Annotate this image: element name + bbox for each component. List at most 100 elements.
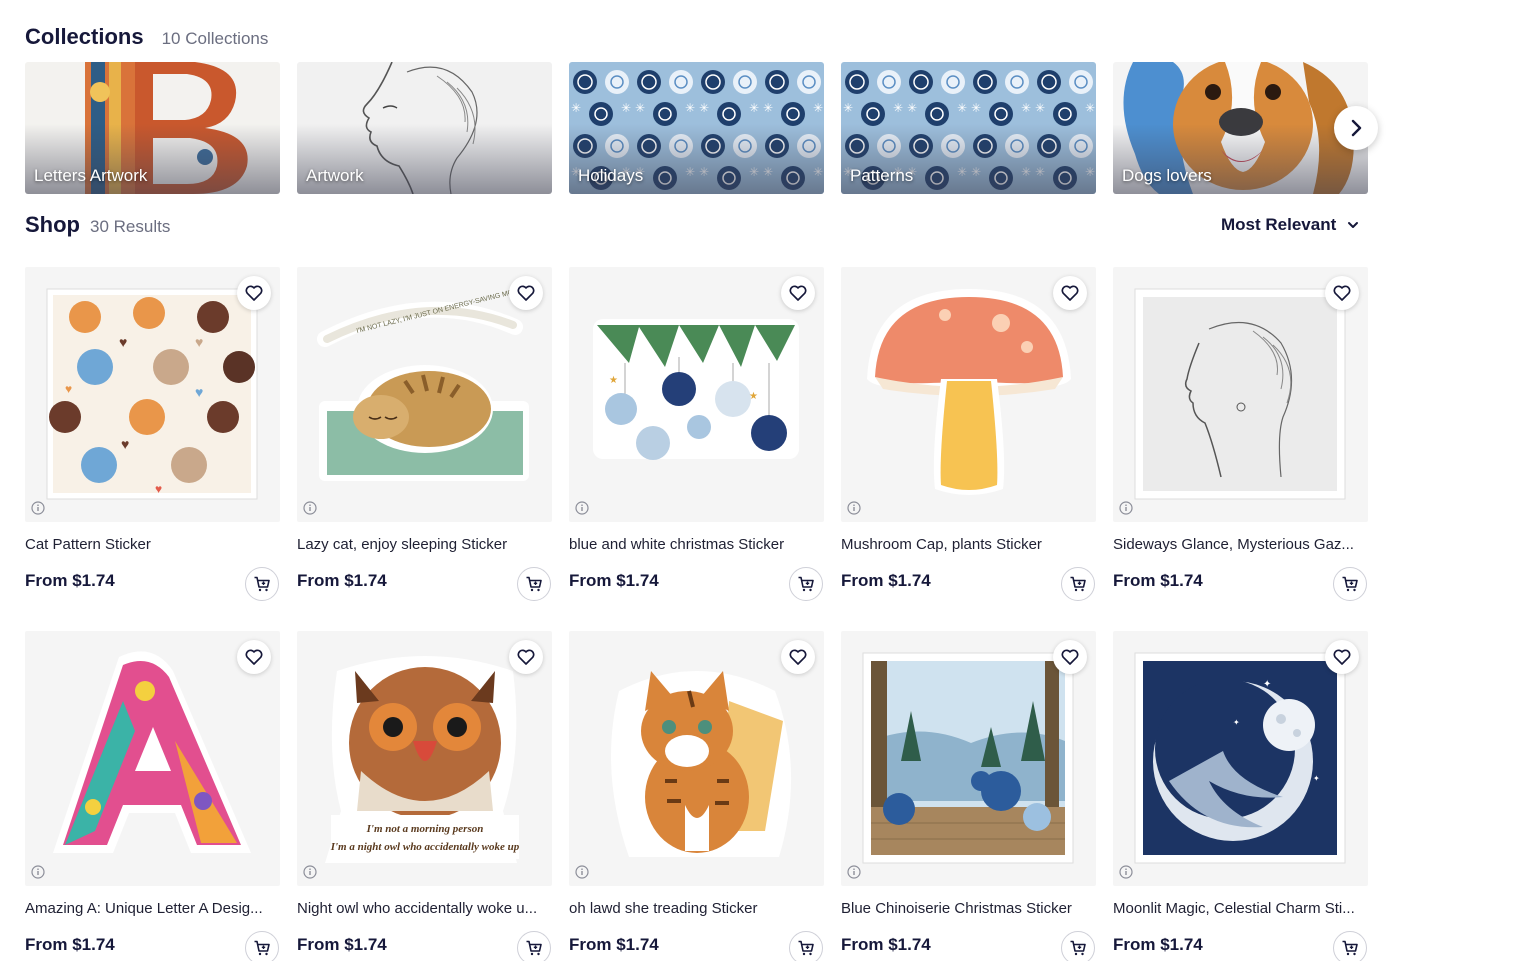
- sort-label: Most Relevant: [1221, 215, 1337, 234]
- collection-label: Artwork: [306, 166, 364, 185]
- collection-card-artwork[interactable]: Artwork: [297, 62, 552, 194]
- add-to-cart-button[interactable]: [245, 931, 279, 961]
- info-icon[interactable]: [847, 865, 861, 879]
- svg-text:♥: ♥: [195, 334, 203, 350]
- heart-icon: [789, 285, 807, 301]
- favorite-button[interactable]: [1053, 640, 1087, 674]
- heart-icon: [517, 285, 535, 301]
- info-icon[interactable]: [31, 501, 45, 515]
- add-to-cart-button[interactable]: [245, 567, 279, 601]
- sort-dropdown[interactable]: Most Relevant: [1221, 215, 1360, 235]
- favorite-button[interactable]: [237, 640, 271, 674]
- svg-text:✦: ✦: [1263, 679, 1271, 690]
- product-name[interactable]: Sideways Glance, Mysterious Gaz...: [1113, 536, 1458, 553]
- product-price: From $1.74: [569, 935, 659, 954]
- heart-icon: [789, 649, 807, 665]
- product-price: From $1.74: [297, 571, 387, 590]
- svg-text:♥: ♥: [119, 334, 127, 350]
- shop-header: Shop 30 Results: [25, 212, 170, 238]
- collection-label: Letters Artwork: [34, 166, 148, 185]
- collections-count: 10 Collections: [161, 29, 269, 48]
- add-to-cart-button[interactable]: [1333, 567, 1367, 601]
- product-image[interactable]: ♥ ♥ ♥ ♥ ♥ ♥: [25, 267, 280, 522]
- info-icon[interactable]: [575, 865, 589, 879]
- chevron-down-icon: [1348, 222, 1359, 228]
- collection-label: Holidays: [578, 166, 644, 185]
- heart-icon: [1061, 285, 1079, 301]
- info-icon[interactable]: [1119, 501, 1133, 515]
- add-to-cart-icon: [798, 940, 814, 956]
- svg-text:♥: ♥: [195, 384, 203, 400]
- product-price: From $1.74: [25, 935, 115, 954]
- add-to-cart-icon: [798, 576, 814, 592]
- add-to-cart-icon: [526, 576, 542, 592]
- add-to-cart-icon: [254, 940, 270, 956]
- collections-header: Collections 10 Collections: [25, 24, 268, 50]
- product-price: From $1.74: [841, 935, 931, 954]
- info-icon[interactable]: [31, 865, 45, 879]
- collections-carousel: Letters Artwork Artwork Holidays Pattern…: [25, 62, 1370, 194]
- add-to-cart-button[interactable]: [517, 567, 551, 601]
- product-price: From $1.74: [1113, 935, 1203, 954]
- product-price: From $1.74: [569, 571, 659, 590]
- info-icon[interactable]: [575, 501, 589, 515]
- product-image[interactable]: ★ ★: [569, 267, 824, 522]
- product-image[interactable]: I'M NOT LAZY, I'M JUST ON ENERGY-SAVING …: [297, 267, 552, 522]
- product-image[interactable]: [25, 631, 280, 886]
- svg-text:✦: ✦: [1233, 718, 1240, 727]
- product-image[interactable]: ✦ ✦ ✦: [1113, 631, 1368, 886]
- svg-text:♥: ♥: [65, 382, 72, 396]
- heart-icon: [517, 649, 535, 665]
- product-image[interactable]: I'm not a morning person I'm a night owl…: [297, 631, 552, 886]
- product-price: From $1.74: [841, 571, 931, 590]
- add-to-cart-button[interactable]: [1333, 931, 1367, 961]
- add-to-cart-button[interactable]: [1061, 931, 1095, 961]
- svg-text:★: ★: [749, 391, 758, 402]
- info-icon[interactable]: [303, 865, 317, 879]
- heart-icon: [245, 285, 263, 301]
- add-to-cart-icon: [1070, 576, 1086, 592]
- collection-card-patterns[interactable]: Patterns: [841, 62, 1096, 194]
- product-price: From $1.74: [1113, 571, 1203, 590]
- product-price: From $1.74: [297, 935, 387, 954]
- product-image[interactable]: [841, 267, 1096, 522]
- svg-text:♥: ♥: [121, 436, 129, 452]
- collection-card-dogs-lovers[interactable]: Dogs lovers: [1113, 62, 1368, 194]
- collection-label: Patterns: [850, 166, 914, 185]
- product-name[interactable]: Moonlit Magic, Celestial Charm Sti...: [1113, 900, 1458, 917]
- shop-results-count: 30 Results: [90, 217, 171, 236]
- collection-label: Dogs lovers: [1122, 166, 1212, 185]
- svg-text:✦: ✦: [1313, 774, 1320, 783]
- collection-card-holidays[interactable]: ✳ ✳ Holidays: [569, 62, 824, 194]
- info-icon[interactable]: [1119, 865, 1133, 879]
- add-to-cart-button[interactable]: [1061, 567, 1095, 601]
- favorite-button[interactable]: [509, 640, 543, 674]
- heart-icon: [1061, 649, 1079, 665]
- collection-card-letters-artwork[interactable]: Letters Artwork: [25, 62, 280, 194]
- owl-text-line1: I'm not a morning person: [366, 823, 484, 835]
- product-image[interactable]: [841, 631, 1096, 886]
- carousel-next-button[interactable]: [1334, 106, 1378, 150]
- add-to-cart-icon: [1342, 940, 1358, 956]
- svg-text:★: ★: [609, 375, 618, 386]
- product-image[interactable]: [1113, 267, 1368, 522]
- favorite-button[interactable]: [1325, 276, 1359, 310]
- info-icon[interactable]: [847, 501, 861, 515]
- collections-title: Collections: [25, 24, 144, 49]
- favorite-button[interactable]: [1325, 640, 1359, 674]
- svg-text:♥: ♥: [155, 482, 162, 496]
- add-to-cart-button[interactable]: [789, 931, 823, 961]
- info-icon[interactable]: [303, 501, 317, 515]
- favorite-button[interactable]: [509, 276, 543, 310]
- favorite-button[interactable]: [781, 640, 815, 674]
- favorite-button[interactable]: [237, 276, 271, 310]
- add-to-cart-button[interactable]: [517, 931, 551, 961]
- add-to-cart-icon: [254, 576, 270, 592]
- heart-icon: [1333, 649, 1351, 665]
- product-image[interactable]: [569, 631, 824, 886]
- add-to-cart-icon: [1342, 576, 1358, 592]
- favorite-button[interactable]: [1053, 276, 1087, 310]
- favorite-button[interactable]: [781, 276, 815, 310]
- add-to-cart-button[interactable]: [789, 567, 823, 601]
- heart-icon: [245, 649, 263, 665]
